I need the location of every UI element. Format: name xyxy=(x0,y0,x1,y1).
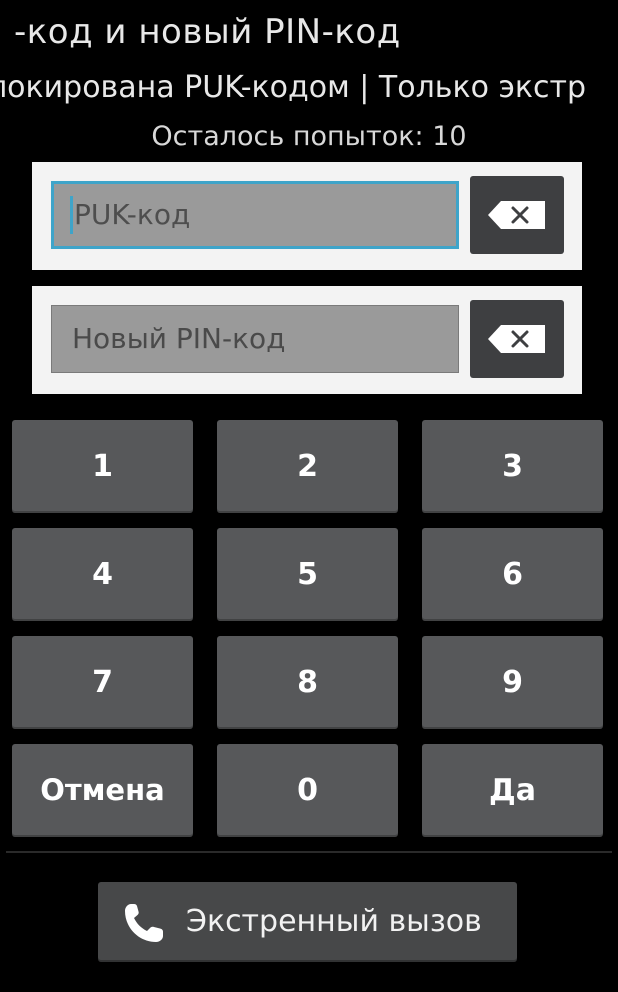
key-1[interactable]: 1 xyxy=(12,420,193,513)
screen-title: -код и новый PIN-код xyxy=(14,12,401,52)
attempts-remaining: Осталось попыток: 10 xyxy=(151,121,467,152)
key-0[interactable]: 0 xyxy=(217,744,398,837)
backspace-icon xyxy=(488,201,545,229)
emergency-call-label: Экстренный вызов xyxy=(186,904,482,939)
key-3[interactable]: 3 xyxy=(422,420,603,513)
new-pin-backspace-button[interactable] xyxy=(470,300,564,378)
ok-button[interactable]: Да xyxy=(422,744,603,837)
key-8[interactable]: 8 xyxy=(217,636,398,729)
cancel-button[interactable]: Отмена xyxy=(12,744,193,837)
backspace-icon xyxy=(488,325,545,353)
key-9[interactable]: 9 xyxy=(422,636,603,729)
key-5[interactable]: 5 xyxy=(217,528,398,621)
puk-placeholder: PUK-код xyxy=(74,198,191,231)
divider xyxy=(6,851,612,853)
key-7[interactable]: 7 xyxy=(12,636,193,729)
phone-icon xyxy=(125,904,163,942)
key-4[interactable]: 4 xyxy=(12,528,193,621)
new-pin-placeholder: Новый PIN-код xyxy=(72,322,286,355)
new-pin-input[interactable]: Новый PIN-код xyxy=(51,305,459,373)
new-pin-entry-card: Новый PIN-код xyxy=(32,286,582,394)
puk-entry-card: PUK-код xyxy=(32,162,582,270)
sim-status-text: локирована PUK-кодом | Только экстр xyxy=(0,70,587,105)
puk-input[interactable]: PUK-код xyxy=(51,181,459,249)
key-2[interactable]: 2 xyxy=(217,420,398,513)
puk-backspace-button[interactable] xyxy=(470,176,564,254)
text-cursor xyxy=(70,196,73,234)
key-6[interactable]: 6 xyxy=(422,528,603,621)
emergency-call-button[interactable]: Экстренный вызов xyxy=(98,882,517,962)
